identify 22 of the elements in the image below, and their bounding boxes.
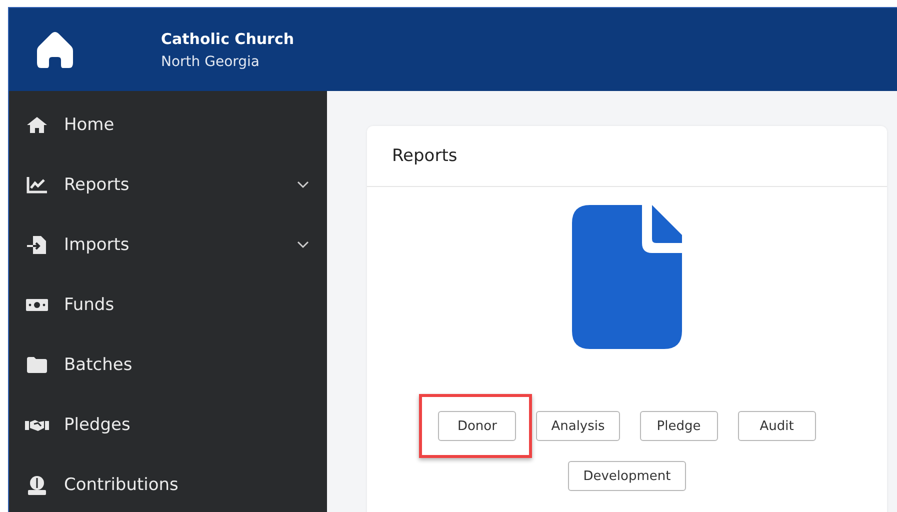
- report-type-button[interactable]: Development: [568, 461, 686, 491]
- line-chart-icon: [26, 176, 48, 194]
- report-type-button[interactable]: Audit: [738, 411, 816, 441]
- handshake-icon: [24, 417, 50, 433]
- sidebar-item[interactable]: Contributions: [9, 455, 327, 512]
- sidebar-item[interactable]: Home: [9, 95, 327, 155]
- organization-region: North Georgia: [161, 54, 260, 70]
- home-icon: [26, 116, 48, 134]
- report-type-button[interactable]: Analysis: [536, 411, 620, 441]
- sidebar-item[interactable]: Pledges: [9, 395, 327, 455]
- sidebar-item[interactable]: Funds: [9, 275, 327, 335]
- report-type-button[interactable]: Pledge: [640, 411, 718, 441]
- document-icon: [572, 205, 682, 349]
- sidebar-item[interactable]: Batches: [9, 335, 327, 395]
- card-title: Reports: [392, 146, 458, 166]
- folder-icon: [26, 356, 48, 374]
- sidebar-item[interactable]: Reports: [9, 155, 327, 215]
- report-type-button[interactable]: Donor: [438, 411, 516, 441]
- file-import-icon: [26, 235, 48, 255]
- money-icon: [25, 297, 49, 313]
- organization-name: Catholic Church: [161, 30, 294, 48]
- sidebar-item[interactable]: Imports: [9, 215, 327, 275]
